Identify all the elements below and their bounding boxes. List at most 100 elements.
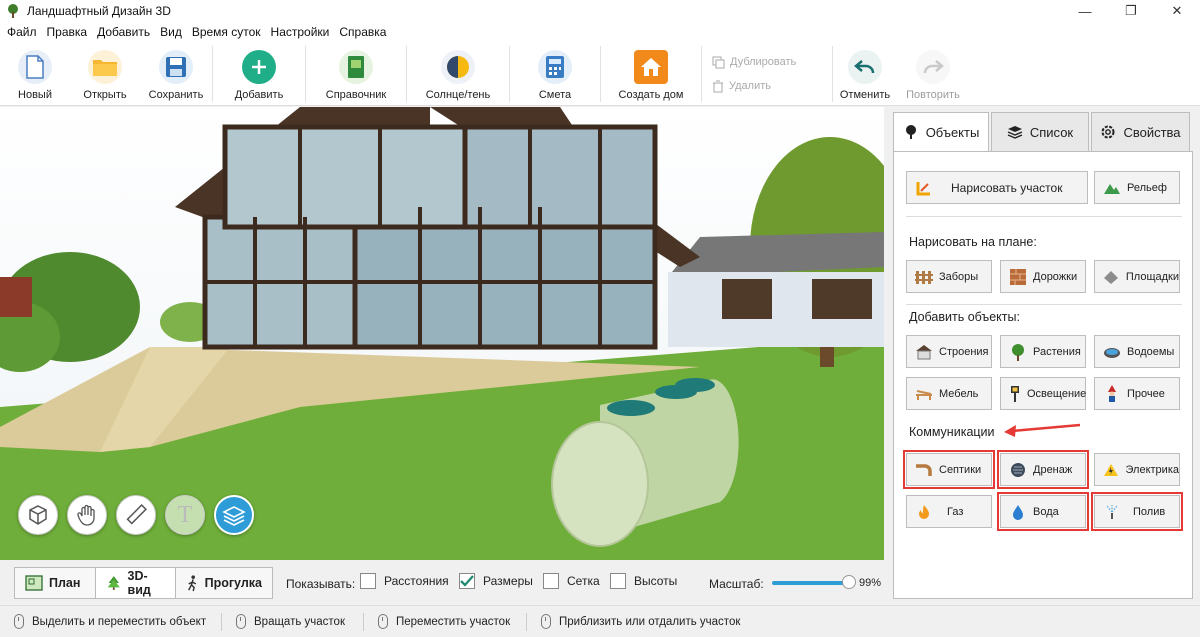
draw-plot-label: Нарисовать участок <box>951 180 1063 195</box>
house-icon <box>634 50 668 84</box>
divider <box>906 216 1182 217</box>
drain-grate-icon <box>1009 461 1027 479</box>
new-button[interactable]: Новый <box>0 42 70 106</box>
menu-view[interactable]: Вид <box>155 25 187 39</box>
tab-list[interactable]: Список <box>991 112 1089 152</box>
add-label: Добавить <box>234 89 284 101</box>
tab-walk-label: Прогулка <box>204 576 262 590</box>
mouse-right-icon <box>236 614 246 629</box>
close-button[interactable]: ✕ <box>1154 0 1200 22</box>
layers-list-icon <box>1007 126 1023 139</box>
distances-checkbox[interactable]: Расстояния <box>360 573 449 589</box>
hand-tool-button[interactable] <box>67 495 107 535</box>
floppy-disk-icon <box>159 50 193 84</box>
objects-icon <box>29 505 47 525</box>
estimate-button[interactable]: Смета <box>510 42 600 106</box>
minimize-button[interactable]: — <box>1062 0 1108 22</box>
objects-panel: Объекты Список Свойства Нарисовать участ… <box>885 107 1200 602</box>
bench-icon <box>915 385 933 403</box>
fences-button[interactable]: Заборы <box>906 260 992 293</box>
save-button[interactable]: Сохранить <box>140 42 212 106</box>
undo-icon <box>848 50 882 84</box>
draw-plot-icon <box>915 179 933 197</box>
add-button[interactable]: Добавить <box>213 42 305 106</box>
tab-objects[interactable]: Объекты <box>893 112 989 152</box>
tab-plan[interactable]: План <box>15 568 96 598</box>
irrigation-button[interactable]: Полив <box>1091 492 1183 531</box>
hint-zoom: Приблизить или отдалить участок <box>527 613 754 631</box>
sizes-checkbox-box[interactable] <box>459 573 475 589</box>
tab-3d-view-label: 3D-вид <box>127 569 151 597</box>
window-title: Ландшафтный Дизайн 3D <box>27 4 171 18</box>
water-button[interactable]: Вода <box>997 492 1089 531</box>
undo-button[interactable]: Отменить <box>833 42 897 106</box>
3d-viewport[interactable] <box>0 107 884 560</box>
duplicate-label: Дублировать <box>730 56 797 68</box>
heights-checkbox[interactable]: Высоты <box>610 573 677 589</box>
buildings-button[interactable]: Строения <box>906 335 992 368</box>
reference-button[interactable]: Справочник <box>306 42 406 106</box>
lighting-button[interactable]: Освещение <box>1000 377 1086 410</box>
red-arrow-annotation <box>1004 423 1081 437</box>
paths-button[interactable]: Дорожки <box>1000 260 1086 293</box>
menu-edit[interactable]: Правка <box>42 25 93 39</box>
duplicate-button[interactable]: Дублировать <box>712 56 822 69</box>
tree-3d-icon <box>107 576 120 590</box>
objects-tool-button[interactable] <box>18 495 58 535</box>
layers-tool-button[interactable] <box>214 495 254 535</box>
grid-checkbox-box[interactable] <box>543 573 559 589</box>
reference-label: Справочник <box>325 89 387 101</box>
plants-button[interactable]: Растения <box>1000 335 1086 368</box>
septic-button[interactable]: Септики <box>903 450 995 489</box>
menu-settings[interactable]: Настройки <box>266 25 335 39</box>
relief-button[interactable]: Рельеф <box>1094 171 1180 204</box>
show-label: Показывать: <box>286 577 356 591</box>
grid-checkbox[interactable]: Сетка <box>543 573 600 589</box>
distances-checkbox-box[interactable] <box>360 573 376 589</box>
relief-label: Рельеф <box>1127 181 1167 194</box>
tab-properties[interactable]: Свойства <box>1091 112 1190 152</box>
open-button[interactable]: Открыть <box>70 42 140 106</box>
zoom-value: 99% <box>859 577 882 589</box>
tab-walk[interactable]: Прогулка <box>176 568 272 598</box>
flame-icon <box>915 503 933 521</box>
redo-button[interactable]: Повторить <box>897 42 969 106</box>
grid-label: Сетка <box>567 574 600 588</box>
gas-button[interactable]: Газ <box>906 495 992 528</box>
buildings-label: Строения <box>939 345 989 358</box>
viewport-toolbar: T <box>18 495 254 535</box>
maximize-button[interactable]: ❐ <box>1108 0 1154 22</box>
menu-help[interactable]: Справка <box>334 25 391 39</box>
other-button[interactable]: Прочее <box>1094 377 1180 410</box>
delete-button[interactable]: Удалить <box>712 80 822 93</box>
menu-time-of-day[interactable]: Время суток <box>187 25 266 39</box>
heights-checkbox-box[interactable] <box>610 573 626 589</box>
zoom-slider[interactable] <box>772 575 857 589</box>
draw-plot-button[interactable]: Нарисовать участок <box>906 171 1088 204</box>
walking-person-icon <box>188 575 197 592</box>
platforms-button[interactable]: Площадки <box>1094 260 1180 293</box>
mouse-middle-icon <box>378 614 388 629</box>
tab-3d-view[interactable]: 3D-вид <box>96 568 176 598</box>
zoom-slider-handle[interactable] <box>842 575 857 589</box>
sun-shadow-button[interactable]: Солнце/тень <box>407 42 509 106</box>
heights-label: Высоты <box>634 574 678 588</box>
tree-icon <box>905 125 916 139</box>
create-house-button[interactable]: Создать дом <box>601 42 701 106</box>
ruler-tool-button[interactable] <box>116 495 156 535</box>
menu-add[interactable]: Добавить <box>92 25 155 39</box>
furniture-label: Мебель <box>939 387 979 400</box>
furniture-button[interactable]: Мебель <box>906 377 992 410</box>
drainage-label: Дренаж <box>1033 463 1073 476</box>
zoom-slider-track[interactable] <box>772 581 850 585</box>
redo-label: Повторить <box>906 89 960 101</box>
electric-button[interactable]: Электрика <box>1094 453 1180 486</box>
menu-file[interactable]: Файл <box>2 25 42 39</box>
lamp-icon <box>1009 385 1021 403</box>
layers-icon <box>222 506 246 526</box>
text-tool-button[interactable]: T <box>165 495 205 535</box>
scale-label: Масштаб: <box>709 577 764 591</box>
drainage-button[interactable]: Дренаж <box>997 450 1089 489</box>
sizes-checkbox[interactable]: Размеры <box>459 573 533 589</box>
ponds-button[interactable]: Водоемы <box>1094 335 1180 368</box>
